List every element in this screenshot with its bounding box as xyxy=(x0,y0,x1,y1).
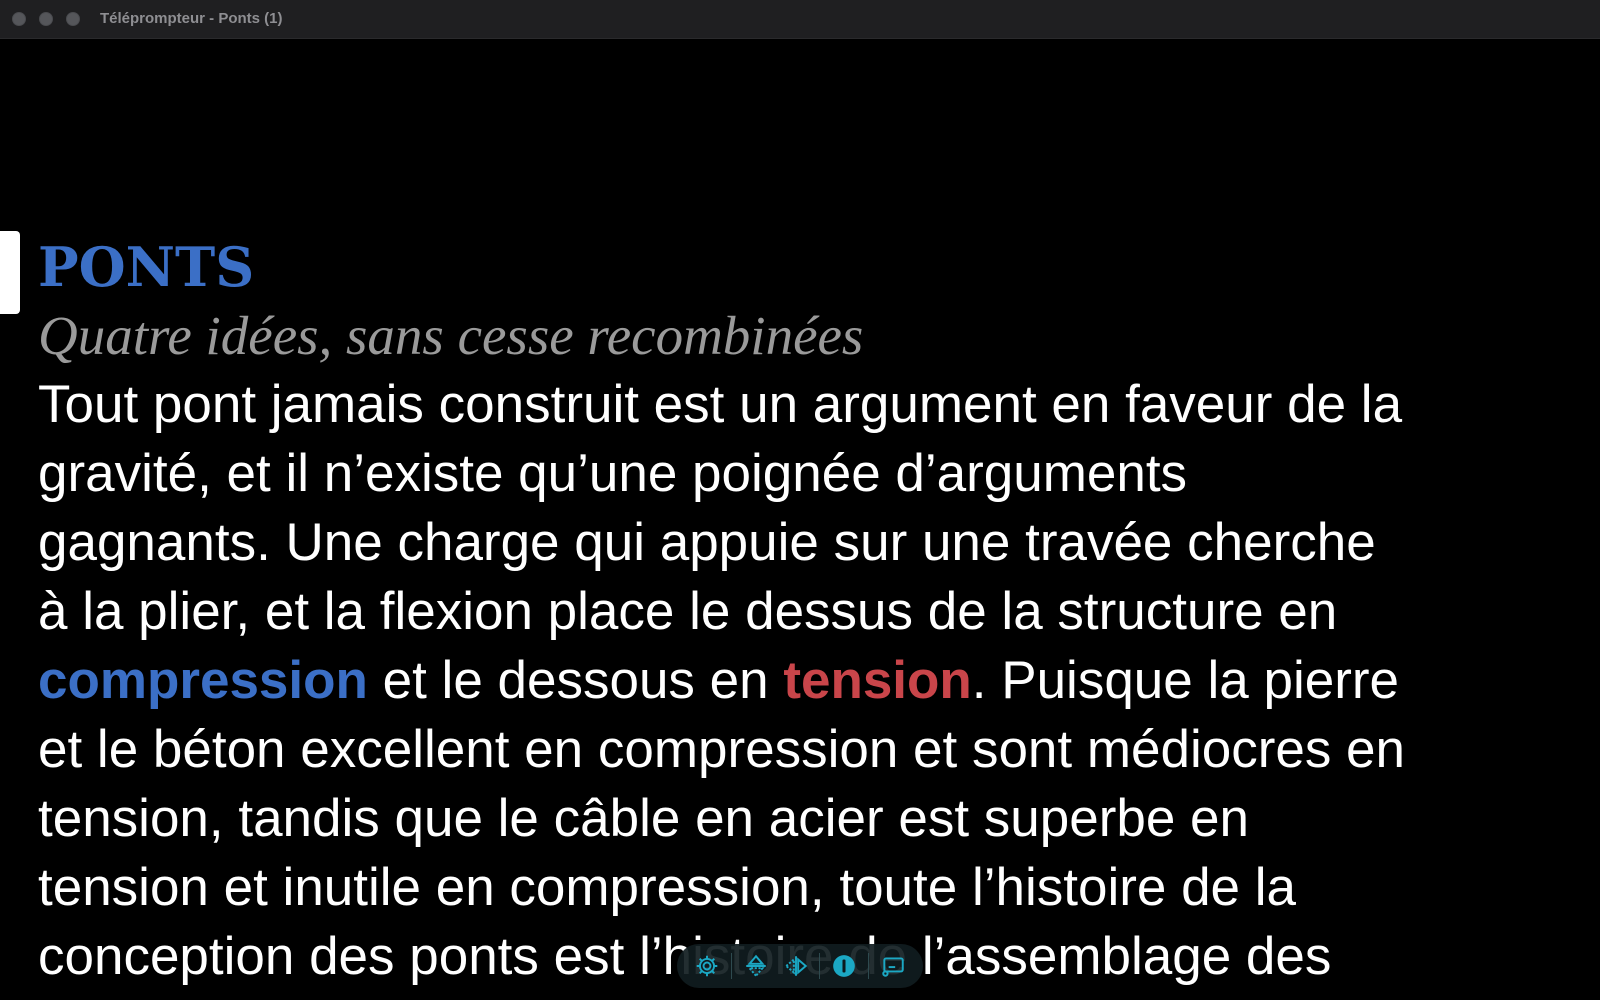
script-line: gravité, et il n’existe qu’une poignée d… xyxy=(38,444,1188,503)
script-heading: PONTS xyxy=(38,235,255,299)
zoom-window-button[interactable] xyxy=(66,12,80,26)
script-line: Tout pont jamais construit est un argume… xyxy=(38,375,1403,434)
display-button[interactable] xyxy=(877,950,909,982)
flip-vertical-button[interactable] xyxy=(740,950,772,982)
floating-control-toolbar xyxy=(677,944,923,988)
highlighted-term-tension: tension xyxy=(783,651,972,710)
display-icon xyxy=(882,957,904,977)
script-text-fragment: et le dessous en xyxy=(367,651,784,710)
script-line: à la plier, et la flexion place le dessu… xyxy=(38,582,1338,641)
settings-button[interactable] xyxy=(691,950,723,982)
start-pause-icon xyxy=(833,955,856,977)
script-subheading: Quatre idées, sans cesse recombinées xyxy=(38,305,864,366)
script-text-fragment: . Puisque la pierre xyxy=(971,651,1399,710)
settings-icon xyxy=(696,955,718,977)
teleprompter-window: Téléprompteur - Ponts (1) PONTS Quatre i… xyxy=(0,0,1600,1000)
script-line: compression et le dessous en tension. Pu… xyxy=(38,646,1578,715)
highlighted-term-compression: compression xyxy=(38,651,368,710)
toolbar-divider xyxy=(730,953,732,979)
script-line: et le béton excellent en compression et … xyxy=(38,720,1406,779)
title-bar: Téléprompteur - Ponts (1) xyxy=(0,0,1600,39)
flip-horizontal-icon xyxy=(784,956,807,976)
minimize-window-button[interactable] xyxy=(39,12,53,26)
window-title: Téléprompteur - Ponts (1) xyxy=(100,10,283,27)
toolbar-divider xyxy=(868,953,870,979)
script-text-area: PONTS Quatre idées, sans cesse recombiné… xyxy=(38,232,1578,991)
script-line: tension et inutile en compression, toute… xyxy=(38,858,1296,917)
script-line: gagnants. Une charge qui appuie sur une … xyxy=(38,513,1376,572)
script-line: tension, tandis que le câble en acier es… xyxy=(38,789,1249,848)
reading-position-marker[interactable] xyxy=(0,231,20,314)
toolbar-divider xyxy=(819,953,821,979)
start-pause-button[interactable] xyxy=(828,950,860,982)
flip-horizontal-button[interactable] xyxy=(780,950,812,982)
close-window-button[interactable] xyxy=(12,12,26,26)
flip-vertical-icon xyxy=(745,954,766,978)
